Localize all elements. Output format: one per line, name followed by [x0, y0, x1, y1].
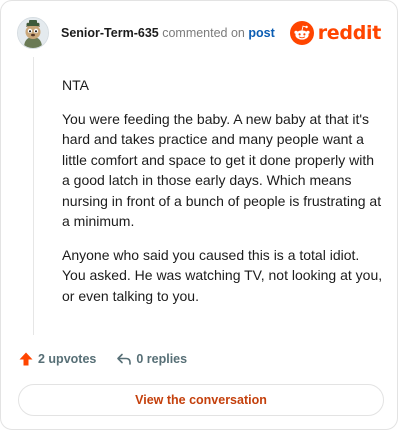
reply-count: 0 replies — [136, 352, 188, 366]
comment-author[interactable]: Senior-Term-635 — [61, 26, 159, 40]
upvote-button[interactable]: 2 upvotes — [18, 351, 96, 367]
reddit-wordmark: reddit — [317, 22, 382, 44]
comment-card: Senior-Term-635 commented on post reddit… — [0, 0, 398, 430]
reply-arrow-icon — [117, 353, 132, 365]
comment-paragraph: Anyone who said you caused this is a tot… — [62, 246, 383, 304]
comment-body: NTA You were feeding the baby. A new bab… — [62, 75, 384, 319]
comment-header: Senior-Term-635 commented on post reddit — [17, 15, 381, 51]
comment-paragraph: You were feeding the baby. A new baby at… — [62, 110, 382, 230]
comment-action: commented on — [162, 26, 245, 40]
reddit-logo[interactable]: reddit — [289, 21, 382, 45]
avatar-image — [18, 18, 48, 48]
upvote-count: 2 upvotes — [38, 352, 97, 366]
view-conversation-button[interactable]: View the conversation — [18, 384, 384, 416]
comment-paragraph: NTA — [62, 77, 89, 93]
upvote-arrow-icon — [19, 352, 33, 366]
post-link[interactable]: post — [248, 26, 274, 40]
reply-button[interactable]: 0 replies — [116, 351, 187, 367]
reddit-snoo-icon — [289, 21, 314, 45]
comment-footer: 2 upvotes 0 replies — [18, 349, 187, 369]
comment-meta: Senior-Term-635 commented on post — [61, 26, 290, 40]
thread-line — [33, 57, 34, 335]
user-avatar[interactable] — [17, 17, 49, 49]
